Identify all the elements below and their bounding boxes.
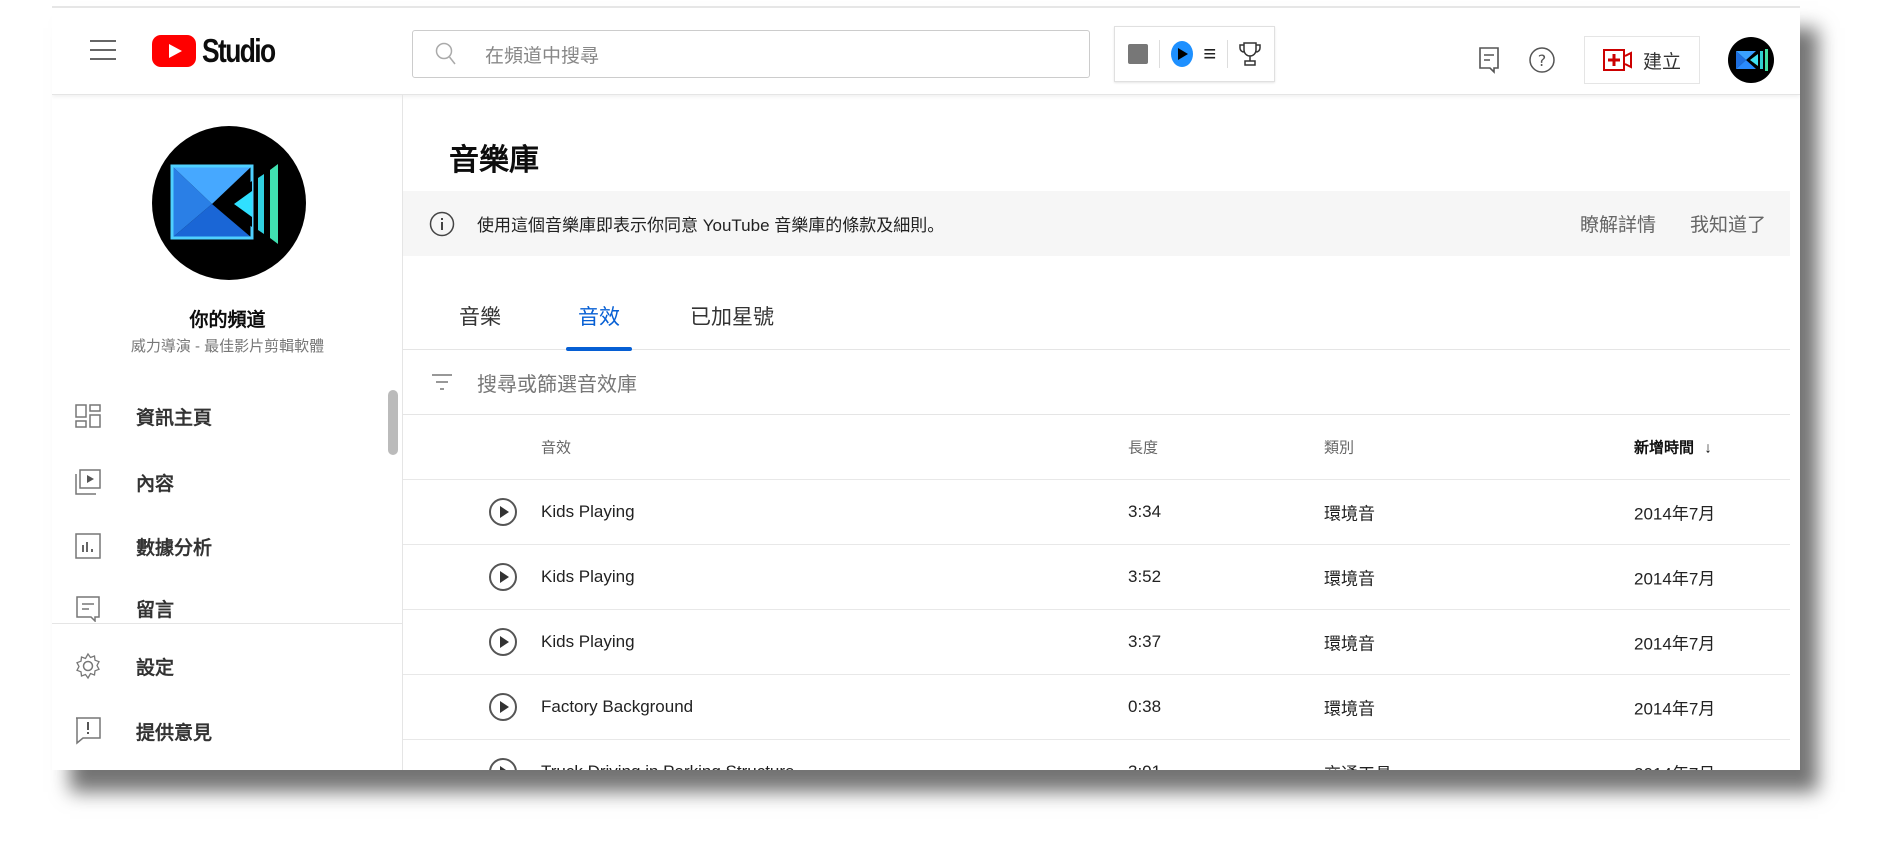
tab-bar: 音樂 音效 已加星號 [403, 291, 1790, 351]
table-row[interactable]: Kids Playing 3:37 環境音 2014年7月 [403, 610, 1790, 675]
sidebar-scrollbar[interactable] [388, 390, 398, 455]
analytics-icon [74, 532, 102, 560]
sound-added-date: 2014年7月 [1634, 699, 1716, 719]
create-button[interactable]: 建立 [1584, 36, 1700, 84]
feedback-icon[interactable] [1478, 46, 1500, 74]
main-content: 音樂庫 使用這個音樂庫即表示你同意 YouTube 音樂庫的條款及細則。 瞭解詳… [403, 95, 1800, 770]
table-row[interactable]: Factory Background 0:38 環境音 2014年7月 [403, 675, 1790, 740]
sidebar-item-label: 提供意見 [136, 722, 213, 744]
channel-avatar[interactable] [152, 126, 306, 280]
sidebar-item-label: 設定 [136, 657, 175, 679]
menu-icon[interactable] [90, 40, 116, 62]
table-row[interactable]: Truck Driving in Parking Structure 3:01 … [403, 740, 1790, 770]
sidebar-item-label: 留言 [136, 600, 175, 621]
play-icon[interactable] [489, 758, 517, 770]
studio-logo[interactable]: Studio [152, 32, 293, 70]
sidebar-item-analytics[interactable]: 數據分析 [74, 526, 212, 566]
top-bar: Studio 在頻道中搜尋 ≡ ? 建立 [52, 6, 1800, 95]
terms-banner: 使用這個音樂庫即表示你同意 YouTube 音樂庫的條款及細則。 瞭解詳情 我知… [403, 191, 1790, 256]
extension-toolbar: ≡ [1114, 26, 1275, 82]
create-video-icon [1602, 49, 1632, 71]
sound-category: 環境音 [1324, 569, 1375, 589]
sidebar-item-label: 數據分析 [136, 537, 213, 559]
sound-added-date: 2014年7月 [1634, 760, 1715, 771]
studio-window: Studio 在頻道中搜尋 ≡ ? 建立 你的頻道 威力導演 - 最佳影片剪輯軟… [52, 6, 1800, 770]
sound-category: 環境音 [1324, 504, 1375, 524]
sound-length: 3:52 [1128, 567, 1162, 586]
gear-icon [74, 652, 102, 680]
account-avatar[interactable] [1728, 37, 1774, 83]
channel-name: 威力導演 - 最佳影片剪輯軟體 [130, 338, 325, 355]
page-title: 音樂庫 [449, 144, 539, 177]
table-header: 音效 長度 類別 新增時間 ↓ [403, 415, 1790, 480]
sidebar-item-comments[interactable]: 留言 [74, 591, 174, 623]
sound-name: Factory Background [541, 697, 694, 716]
sidebar-item-content[interactable]: 內容 [74, 462, 174, 502]
sound-name: Kids Playing [541, 567, 635, 586]
info-icon [429, 211, 455, 236]
sidebar-item-dashboard[interactable]: 資訊主頁 [74, 396, 212, 436]
sound-length: 3:01 [1128, 762, 1161, 770]
filter-input[interactable]: 搜尋或篩選音效庫 [403, 350, 1790, 415]
trophy-icon[interactable] [1238, 41, 1261, 67]
column-header-category[interactable]: 類別 [1324, 437, 1354, 458]
play-icon[interactable] [489, 498, 517, 526]
content-icon [74, 468, 102, 496]
column-header-length[interactable]: 長度 [1128, 437, 1158, 458]
play-icon[interactable] [489, 628, 517, 656]
search-placeholder: 在頻道中搜尋 [485, 45, 600, 67]
sound-added-date: 2014年7月 [1634, 634, 1716, 654]
sound-added-date: 2014年7月 [1634, 569, 1716, 589]
sidebar-item-label: 內容 [136, 473, 175, 495]
sound-name: Kids Playing [541, 632, 635, 651]
logo-text: Studio [202, 32, 276, 69]
play-icon[interactable] [489, 693, 517, 721]
sound-length: 3:37 [1128, 632, 1162, 651]
sound-length: 3:34 [1128, 502, 1162, 521]
search-input[interactable]: 在頻道中搜尋 [412, 30, 1090, 78]
banner-text: 使用這個音樂庫即表示你同意 YouTube 音樂庫的條款及細則。 [477, 216, 945, 235]
sound-category: 環境音 [1324, 699, 1375, 719]
svg-text:?: ? [1538, 51, 1547, 70]
sound-category: 環境音 [1324, 634, 1375, 654]
filter-placeholder: 搜尋或篩選音效庫 [477, 373, 637, 396]
play-icon[interactable] [489, 563, 517, 591]
sound-name: Truck Driving in Parking Structure [541, 762, 795, 770]
dashboard-icon [74, 402, 102, 430]
tab-sound-effects[interactable]: 音效 [566, 301, 632, 351]
table-row[interactable]: Kids Playing 3:34 環境音 2014年7月 [403, 480, 1790, 545]
dismiss-button[interactable]: 我知道了 [1690, 210, 1766, 237]
column-header-added-label: 新增時間 [1634, 439, 1695, 457]
sound-category: 交通工具 [1324, 760, 1392, 771]
sound-length: 0:38 [1128, 697, 1162, 716]
create-label: 建立 [1642, 51, 1681, 73]
sidebar-item-feedback[interactable]: 提供意見 [74, 711, 212, 751]
learn-more-link[interactable]: 瞭解詳情 [1580, 210, 1656, 237]
tab-music[interactable]: 音樂 [459, 301, 501, 350]
search-icon [435, 42, 456, 65]
column-header-name[interactable]: 音效 [541, 437, 571, 458]
sidebar-divider [52, 623, 403, 624]
column-header-added[interactable]: 新增時間 ↓ [1634, 437, 1712, 458]
table-row[interactable]: Kids Playing 3:52 環境音 2014年7月 [403, 545, 1790, 610]
help-icon[interactable]: ? [1528, 46, 1556, 74]
channel-title: 你的頻道 [189, 310, 266, 331]
analytics-ext-icon[interactable] [1128, 44, 1149, 64]
comments-icon [74, 595, 102, 623]
youtube-logo-icon [152, 35, 196, 67]
sidebar-item-label: 資訊主頁 [136, 407, 213, 429]
feedback-icon [74, 717, 102, 745]
filter-icon [432, 374, 452, 390]
sort-arrow-icon: ↓ [1704, 439, 1712, 457]
sidebar: 你的頻道 威力導演 - 最佳影片剪輯軟體 資訊主頁 內容 數據分析 留言 設定 … [52, 95, 403, 770]
list-icon[interactable]: ≡ [1203, 41, 1216, 67]
tab-starred[interactable]: 已加星號 [690, 301, 774, 350]
sidebar-item-settings[interactable]: 設定 [74, 646, 174, 686]
player-ext-icon[interactable] [1170, 41, 1193, 67]
sound-added-date: 2014年7月 [1634, 504, 1716, 524]
sound-name: Kids Playing [541, 502, 635, 521]
